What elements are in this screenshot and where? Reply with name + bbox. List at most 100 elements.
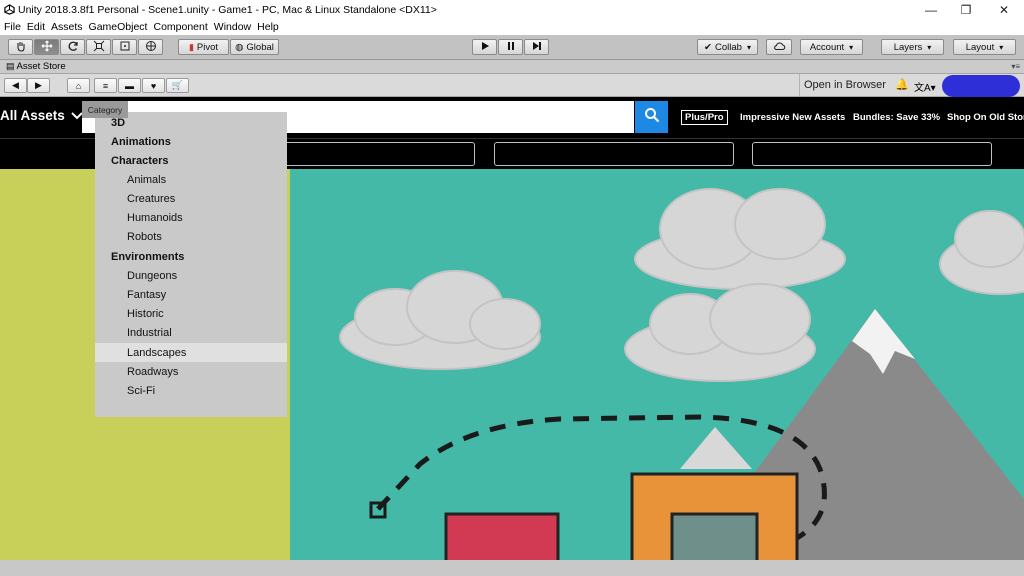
menu-item-label: Animations (111, 135, 171, 148)
avatar[interactable] (942, 75, 1020, 97)
category-animals[interactable]: Animals (95, 170, 287, 189)
home-icon: ⌂ (75, 80, 82, 91)
layout-dropdown[interactable]: Layout (953, 39, 1016, 55)
category-fantasy[interactable]: Fantasy (95, 285, 287, 304)
menu-item-label: Dungeons (127, 269, 178, 282)
category-button[interactable]: ≡ (94, 78, 117, 93)
layers-dropdown[interactable]: Layers (881, 39, 944, 55)
menu-item-label: Animals (127, 173, 167, 186)
menu-item-label: Creatures (127, 192, 176, 205)
category-landscapes[interactable]: Landscapes (95, 343, 287, 362)
category-robots[interactable]: Robots (95, 227, 287, 246)
menu-bar: File Edit Assets GameObject Component Wi… (0, 19, 1024, 35)
category-creatures[interactable]: Creatures (95, 189, 287, 208)
move-icon (41, 40, 53, 55)
menu-item-label: Roadways (127, 365, 179, 378)
category-sci-fi[interactable]: Sci-Fi (95, 381, 287, 400)
translate-icon[interactable]: 文A▾ (914, 79, 936, 94)
menu-edit[interactable]: Edit (27, 21, 45, 33)
cart-icon: 🛒 (171, 80, 184, 90)
category-tile[interactable] (752, 142, 992, 166)
category-tile[interactable] (494, 142, 734, 166)
pivot-icon: ▮ (188, 41, 194, 52)
menu-help[interactable]: Help (257, 21, 279, 33)
move-tool-button[interactable] (34, 39, 59, 55)
bell-icon[interactable]: 🔔 (895, 78, 909, 91)
cloud-button[interactable] (766, 39, 792, 55)
category-animations[interactable]: Animations (95, 132, 287, 151)
plus-pro-link[interactable]: Plus/Pro (681, 110, 728, 125)
window-title-bar: Unity 2018.3.8f1 Personal - Scene1.unity… (0, 0, 1024, 19)
menu-item-label: Robots (127, 230, 162, 243)
menu-item-label: Characters (111, 154, 169, 167)
pause-icon (506, 41, 516, 54)
asset-store-tab[interactable]: Asset Store (17, 61, 66, 72)
restore-button[interactable]: ❐ (948, 0, 984, 19)
asset-store-tab-icon: ▤ (6, 61, 15, 71)
asset-store-tab-header: ▤ Asset Store ▾≡ (0, 60, 1024, 74)
home-button[interactable]: ⌂ (67, 78, 90, 93)
back-button[interactable]: ◀ (4, 78, 27, 93)
step-button[interactable] (524, 39, 549, 55)
panel-menu-icon[interactable]: ▾≡ (1011, 62, 1020, 71)
pivot-label: Pivot (196, 41, 219, 53)
minimize-icon: — (925, 2, 937, 17)
nav-divider (799, 74, 800, 96)
menu-item-label: 3D (111, 116, 126, 129)
unity-logo-icon (3, 4, 15, 16)
plus-pro-label: Plus/Pro (685, 112, 724, 123)
collab-dropdown[interactable]: ✔ Collab (697, 39, 758, 55)
cart-button[interactable]: 🛒 (166, 78, 189, 93)
menu-gameobject[interactable]: GameObject (89, 21, 148, 33)
menu-component[interactable]: Component (153, 21, 207, 33)
transform-tool-button[interactable] (138, 39, 163, 55)
category-characters[interactable]: Characters (95, 151, 287, 170)
category-dropdown-menu: 3D Animations Characters Animals Creatur… (95, 112, 287, 417)
all-assets-dropdown[interactable]: All Assets (0, 108, 83, 123)
menu-window[interactable]: Window (214, 21, 251, 33)
bundles-link[interactable]: Bundles: Save 33% (853, 112, 940, 123)
category-environments[interactable]: Environments (95, 247, 287, 266)
downloads-button[interactable]: ▬ (118, 78, 141, 93)
scale-tool-button[interactable] (86, 39, 111, 55)
close-button[interactable]: ✕ (986, 0, 1022, 19)
minimize-button[interactable]: — (913, 0, 949, 19)
rotate-tool-button[interactable] (60, 39, 85, 55)
rotate-icon (67, 40, 79, 55)
account-dropdown[interactable]: Account (800, 39, 863, 55)
category-dungeons[interactable]: Dungeons (95, 266, 287, 285)
menu-item-label: Fantasy (127, 288, 167, 301)
favorites-button[interactable]: ♥ (142, 78, 165, 93)
shop-old-store-link[interactable]: Shop On Old Store (947, 112, 1024, 123)
menu-item-label: Landscapes (127, 346, 187, 359)
category-industrial[interactable]: Industrial (95, 323, 287, 342)
check-circle-icon: ✔ (704, 41, 712, 53)
pause-button[interactable] (498, 39, 523, 55)
global-toggle-button[interactable]: ◍ Global (230, 39, 279, 55)
restore-icon: ❐ (960, 2, 972, 17)
all-assets-label: All Assets (0, 108, 65, 123)
category-historic[interactable]: Historic (95, 304, 287, 323)
impressive-new-assets-link[interactable]: Impressive New Assets (740, 112, 845, 123)
play-icon (480, 41, 490, 54)
search-button[interactable] (635, 101, 668, 133)
globe-icon: ◍ (235, 41, 244, 53)
pivot-toggle-button[interactable]: ▮ Pivot (178, 39, 229, 55)
step-icon (532, 41, 542, 54)
arrow-right-icon: ▶ (35, 80, 42, 90)
menu-item-label: Environments (111, 250, 185, 263)
menu-file[interactable]: File (4, 21, 21, 33)
play-button[interactable] (472, 39, 497, 55)
scale-icon (93, 40, 105, 55)
rect-tool-button[interactable] (112, 39, 137, 55)
hand-tool-button[interactable] (8, 39, 33, 55)
category-humanoids[interactable]: Humanoids (95, 208, 287, 227)
category-tooltip: Category (82, 101, 128, 118)
open-in-browser-link[interactable]: Open in Browser (804, 79, 886, 91)
menu-assets[interactable]: Assets (51, 21, 83, 33)
menu-item-label: Historic (127, 307, 164, 320)
category-roadways[interactable]: Roadways (95, 362, 287, 381)
window-title: Unity 2018.3.8f1 Personal - Scene1.unity… (18, 3, 437, 16)
forward-button[interactable]: ▶ (27, 78, 50, 93)
global-label: Global (246, 41, 274, 53)
